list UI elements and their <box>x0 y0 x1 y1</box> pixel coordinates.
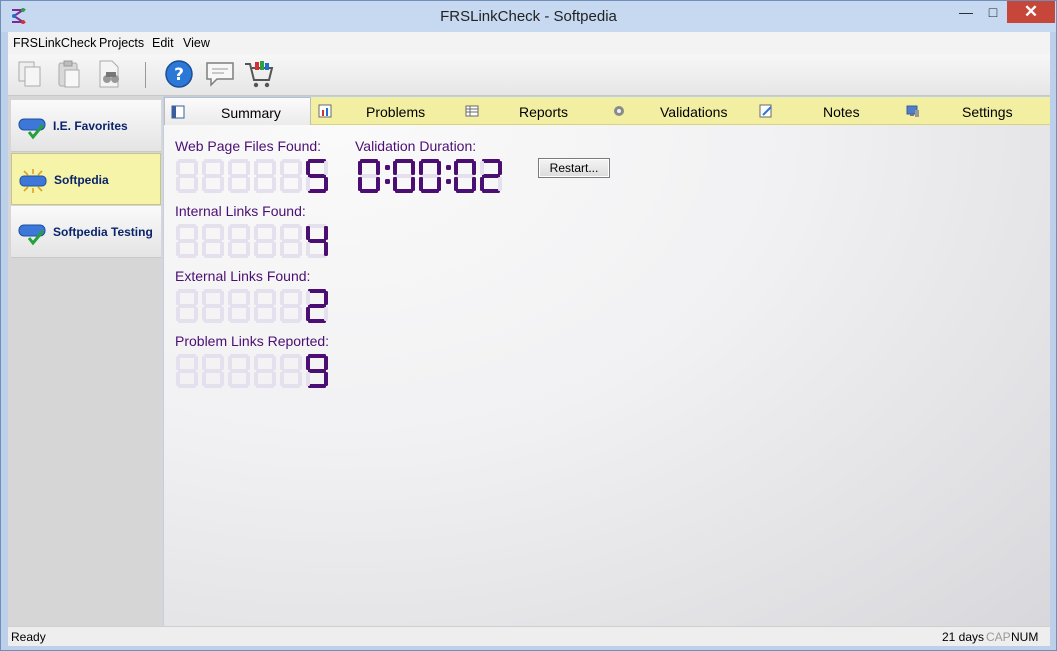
lcd-colon <box>385 179 390 184</box>
tab-notes[interactable]: Notes <box>753 97 899 125</box>
internal-links-counter <box>176 224 328 258</box>
lcd-digit <box>202 354 224 388</box>
lcd-digit <box>176 354 198 388</box>
find-icon[interactable] <box>94 58 126 90</box>
lcd-digit <box>306 354 328 388</box>
lcd-digit <box>280 289 302 323</box>
web-page-files-label: Web Page Files Found: <box>175 138 322 154</box>
menu-projects[interactable]: Projects <box>99 36 144 50</box>
help-icon[interactable]: ? <box>163 58 195 90</box>
menu-view[interactable]: View <box>183 36 210 50</box>
maximize-button[interactable]: □ <box>978 1 1008 23</box>
lcd-digit <box>419 159 441 193</box>
lcd-digit <box>228 159 250 193</box>
lcd-digit <box>228 354 250 388</box>
validation-duration-label: Validation Duration: <box>355 138 477 154</box>
copy-icon[interactable] <box>14 58 46 90</box>
tab-label: Validations <box>660 104 728 120</box>
app-window: FRSLinkCheck - Softpedia — □ ✕ FRSLinkCh… <box>0 0 1057 651</box>
external-links-counter <box>176 289 328 323</box>
tab-reports[interactable]: Reports <box>459 97 605 125</box>
status-caps-lock: CAP <box>986 630 1011 644</box>
lcd-digit <box>480 159 502 193</box>
status-bar: Ready 21 days CAP NUM <box>8 626 1050 646</box>
lcd-digit <box>454 159 476 193</box>
lcd-digit <box>358 159 380 193</box>
tab-label: Reports <box>519 104 569 120</box>
tab-label: Summary <box>221 105 281 121</box>
lcd-colon <box>446 179 451 184</box>
lcd-digit <box>306 159 328 193</box>
lcd-digit <box>202 224 224 258</box>
tab-bar: Summary Problems Reports Validations Not… <box>164 97 1050 125</box>
validation-duration-display <box>358 159 502 193</box>
comment-icon[interactable] <box>204 58 236 90</box>
lcd-digit <box>254 159 276 193</box>
lcd-digit <box>202 289 224 323</box>
window-title: FRSLinkCheck - Softpedia <box>440 8 617 25</box>
checked-project-icon <box>18 224 46 246</box>
summary-panel: Web Page Files Found: Internal Links Fou… <box>164 125 1050 626</box>
sidebar-item-ie-favorites[interactable]: I.E. Favorites <box>11 100 161 152</box>
sidebar-item-softpedia-testing[interactable]: Softpedia Testing <box>11 206 161 258</box>
restart-button[interactable]: Restart... <box>538 158 610 178</box>
tab-label: Problems <box>366 104 426 120</box>
tab-label: Settings <box>962 104 1013 120</box>
title-bar[interactable]: FRSLinkCheck - Softpedia — □ ✕ <box>1 1 1056 32</box>
sidebar-item-label: I.E. Favorites <box>53 119 128 133</box>
lcd-digit <box>176 159 198 193</box>
lcd-digit <box>393 159 415 193</box>
tab-validations[interactable]: Validations <box>606 97 752 125</box>
projects-sidebar: I.E. Favorites Softpedia Softpedia Testi… <box>8 96 163 626</box>
lcd-digit <box>280 224 302 258</box>
cart-icon[interactable] <box>243 58 275 90</box>
problem-links-label: Problem Links Reported: <box>175 333 330 349</box>
active-project-icon <box>19 169 47 193</box>
menu-edit[interactable]: Edit <box>152 36 174 50</box>
lcd-digit <box>254 224 276 258</box>
status-days: 21 days <box>942 630 985 644</box>
reports-icon <box>465 105 479 117</box>
settings-icon <box>906 105 919 117</box>
gear-icon <box>614 106 624 116</box>
lcd-digit <box>280 159 302 193</box>
lcd-digit <box>202 159 224 193</box>
lcd-digit <box>254 354 276 388</box>
menu-frslinkcheck[interactable]: FRSLinkCheck <box>13 36 96 50</box>
toolbar-separator <box>145 62 146 88</box>
lcd-digit <box>306 289 328 323</box>
lcd-digit <box>280 354 302 388</box>
lcd-colon <box>385 165 390 170</box>
lcd-digit <box>176 289 198 323</box>
close-button[interactable]: ✕ <box>1007 1 1055 23</box>
notes-icon <box>759 104 772 118</box>
problems-icon <box>318 104 332 118</box>
internal-links-label: Internal Links Found: <box>175 203 306 219</box>
status-num-lock: NUM <box>1011 630 1039 644</box>
menu-bar: FRSLinkCheck Projects Edit View <box>8 32 1050 54</box>
lcd-digit <box>228 224 250 258</box>
minimize-button[interactable]: — <box>951 1 981 23</box>
external-links-label: External Links Found: <box>175 268 311 284</box>
paste-icon[interactable] <box>53 58 85 90</box>
tab-label: Notes <box>823 104 860 120</box>
tab-settings[interactable]: Settings <box>900 97 1050 125</box>
summary-icon <box>171 105 185 119</box>
problem-links-counter <box>176 354 328 388</box>
web-page-files-counter <box>176 159 328 193</box>
lcd-colon <box>446 165 451 170</box>
lcd-digit <box>228 289 250 323</box>
status-text: Ready <box>11 630 46 644</box>
sidebar-item-label: Softpedia Testing <box>53 225 153 239</box>
svg-text:?: ? <box>174 65 184 85</box>
lcd-digit <box>306 224 328 258</box>
lcd-digit <box>254 289 276 323</box>
sidebar-item-softpedia[interactable]: Softpedia <box>11 153 161 205</box>
sidebar-item-label: Softpedia <box>54 173 109 187</box>
tab-problems[interactable]: Problems <box>312 97 458 125</box>
checked-project-icon <box>18 118 46 140</box>
tab-summary[interactable]: Summary <box>164 97 311 125</box>
toolbar: ? <box>8 54 1050 96</box>
lcd-digit <box>176 224 198 258</box>
